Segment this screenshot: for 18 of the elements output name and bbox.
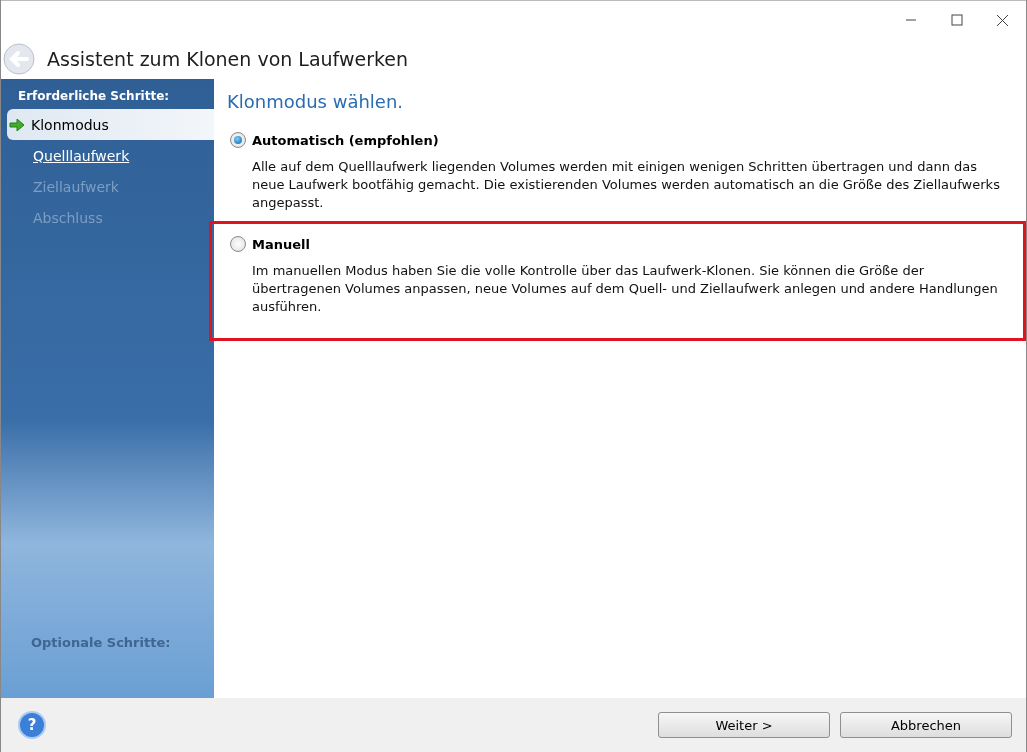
sidebar-heading: Optionale Schritte:: [30, 635, 172, 650]
wizard-step: Abschluss: [1, 202, 214, 233]
radio-button[interactable]: [230, 132, 246, 148]
option-description: Alle auf dem Quelllaufwerk liegenden Volumes werden mit einigen wenigen Schritten übertragen und dann das neue Laufwerk bootfähig gemacht. Die existierenden Volumes werden automatisch an die Größe des Ziellaufwerks angepasst.: [252, 158, 1001, 212]
window-title: Assistent zum Klonen von Laufwerken: [47, 48, 409, 70]
wizard-button[interactable]: Abbrechen: [840, 712, 1012, 738]
arrow-icon: [9, 117, 25, 132]
radio-button[interactable]: [230, 236, 246, 252]
wizard-step[interactable]: Klonmodus: [7, 109, 214, 140]
option-label[interactable]: Automatisch (empfohlen): [252, 132, 439, 148]
wizard-button[interactable]: Weiter >: [658, 712, 830, 738]
wizard-step: Ziellaufwerk: [1, 171, 214, 202]
wizard-step[interactable]: Quelllaufwerk: [1, 140, 214, 171]
page-heading: Klonmodus wählen.: [227, 91, 405, 112]
help-icon[interactable]: ?: [18, 711, 46, 739]
sidebar-heading: Erforderliche Schritte:: [17, 89, 171, 105]
option-label[interactable]: Manuell: [252, 236, 310, 252]
option-description: Im manuellen Modus haben Sie die volle Kontrolle über das Laufwerk-Klonen. Sie können die Größe der übertragenen Volumes anpassen, neue Volumes auf dem Quell- und Ziellaufwerk anlegen und andere Handlungen ausführen.: [252, 262, 999, 316]
